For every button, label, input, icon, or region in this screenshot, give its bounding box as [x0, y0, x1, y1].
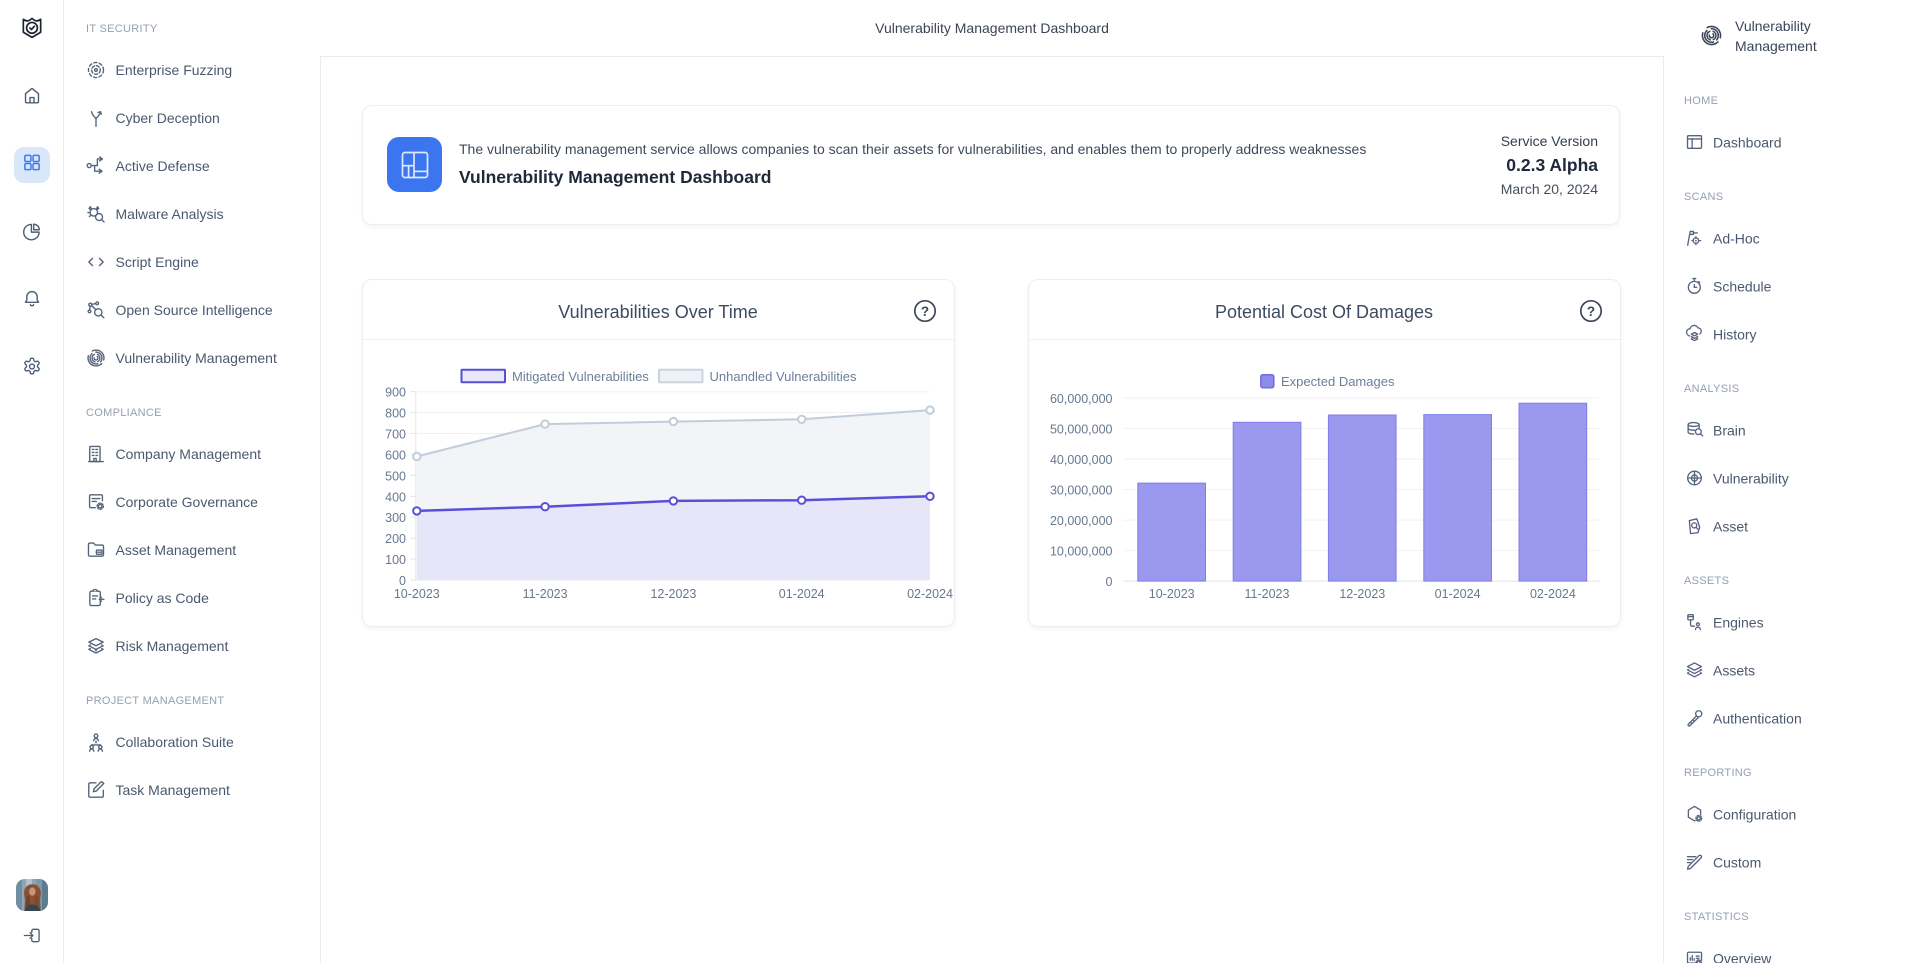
svg-text:0: 0 — [399, 574, 406, 588]
svg-text:01-2024: 01-2024 — [1435, 587, 1481, 601]
svg-text:Mitigated Vulnerabilities: Mitigated Vulnerabilities — [512, 369, 649, 384]
svg-text:12-2023: 12-2023 — [650, 587, 696, 601]
svg-text:11-2023: 11-2023 — [523, 587, 568, 601]
svg-text:12-2023: 12-2023 — [1339, 587, 1385, 601]
svg-text:11-2023: 11-2023 — [1245, 587, 1290, 601]
svg-text:500: 500 — [385, 469, 406, 483]
svg-text:01-2024: 01-2024 — [779, 587, 825, 601]
svg-text:900: 900 — [385, 386, 406, 400]
svg-text:300: 300 — [385, 511, 406, 525]
svg-text:?: ? — [921, 304, 929, 319]
svg-text:100: 100 — [385, 553, 406, 567]
svg-text:0: 0 — [1106, 575, 1113, 589]
svg-text:200: 200 — [385, 532, 406, 546]
svg-text:10-2023: 10-2023 — [1149, 587, 1195, 601]
svg-text:60,000,000: 60,000,000 — [1050, 392, 1113, 406]
svg-text:10,000,000: 10,000,000 — [1050, 545, 1113, 559]
svg-text:600: 600 — [385, 448, 406, 462]
svg-text:Expected Damages: Expected Damages — [1281, 374, 1395, 389]
svg-text:?: ? — [1587, 304, 1595, 319]
svg-text:20,000,000: 20,000,000 — [1050, 514, 1113, 528]
svg-text:50,000,000: 50,000,000 — [1050, 423, 1113, 437]
svg-text:Potential Cost Of Damages: Potential Cost Of Damages — [1215, 302, 1433, 322]
svg-text:40,000,000: 40,000,000 — [1050, 453, 1113, 467]
svg-text:Unhandled Vulnerabilities: Unhandled Vulnerabilities — [710, 369, 857, 384]
svg-text:02-2024: 02-2024 — [907, 587, 953, 601]
svg-text:700: 700 — [385, 428, 406, 442]
svg-text:Vulnerabilities Over Time: Vulnerabilities Over Time — [558, 302, 757, 322]
svg-text:30,000,000: 30,000,000 — [1050, 484, 1113, 498]
svg-text:02-2024: 02-2024 — [1530, 587, 1576, 601]
svg-text:10-2023: 10-2023 — [394, 587, 440, 601]
svg-text:800: 800 — [385, 407, 406, 421]
svg-text:400: 400 — [385, 490, 406, 504]
